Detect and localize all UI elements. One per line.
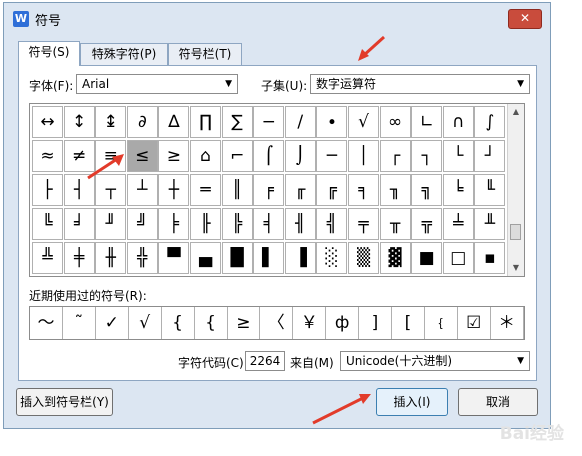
annotation-arrows xyxy=(87,35,386,425)
arrow-to-subset xyxy=(358,35,386,61)
arrow-to-symbol xyxy=(87,154,124,180)
tab-symbol[interactable]: 符号(S) xyxy=(18,41,80,66)
watermark: Bai经验 xyxy=(499,424,564,444)
arrow-to-insert xyxy=(312,394,371,425)
